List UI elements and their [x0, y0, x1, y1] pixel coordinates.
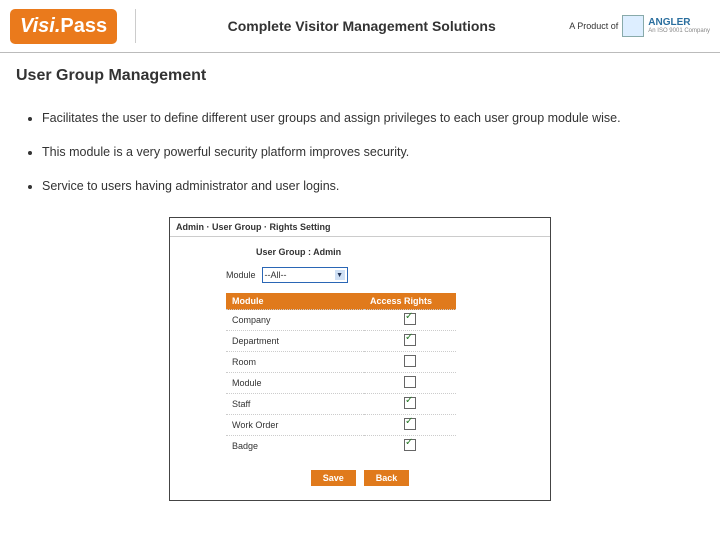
- access-cell: [364, 436, 456, 457]
- header-rule: [0, 52, 720, 53]
- checkbox-icon[interactable]: [404, 313, 416, 325]
- access-cell: [364, 373, 456, 394]
- table-row: Department: [226, 331, 456, 352]
- bullet-list: Facilitates the user to define different…: [42, 103, 698, 201]
- checkbox-icon[interactable]: [404, 418, 416, 430]
- visipass-logo: Visi.Pass: [10, 9, 117, 44]
- module-cell: Module: [226, 373, 364, 394]
- col-module: Module: [226, 293, 364, 310]
- chevron-down-icon: ▼: [335, 270, 345, 280]
- list-item: Facilitates the user to define different…: [42, 103, 698, 133]
- access-cell: [364, 310, 456, 331]
- checkbox-icon[interactable]: [404, 397, 416, 409]
- checkbox-icon[interactable]: [404, 376, 416, 388]
- a-product-of: A Product of: [569, 21, 618, 31]
- angler-icon: [622, 15, 644, 37]
- access-cell: [364, 352, 456, 373]
- list-item: Service to users having administrator an…: [42, 171, 698, 201]
- module-label: Module: [226, 270, 256, 280]
- tagline: Complete Visitor Management Solutions: [154, 18, 569, 34]
- col-access: Access Rights: [364, 293, 456, 310]
- save-button[interactable]: Save: [311, 470, 356, 486]
- back-button[interactable]: Back: [364, 470, 410, 486]
- table-row: Work Order: [226, 415, 456, 436]
- usergroup-caption: User Group : Admin: [256, 247, 524, 257]
- checkbox-icon[interactable]: [404, 439, 416, 451]
- divider: [135, 9, 136, 43]
- access-cell: [364, 415, 456, 436]
- module-cell: Staff: [226, 394, 364, 415]
- table-row: Company: [226, 310, 456, 331]
- rights-table: Module Access Rights CompanyDepartmentRo…: [226, 293, 456, 456]
- list-item: This module is a very powerful security …: [42, 137, 698, 167]
- logo-right: Pass: [60, 15, 107, 37]
- breadcrumb: Admin · User Group · Rights Setting: [170, 218, 550, 237]
- access-cell: [364, 331, 456, 352]
- angler-name: ANGLER: [648, 18, 710, 28]
- table-row: Room: [226, 352, 456, 373]
- embedded-screenshot: Admin · User Group · Rights Setting User…: [169, 217, 551, 501]
- module-cell: Company: [226, 310, 364, 331]
- table-row: Badge: [226, 436, 456, 457]
- module-cell: Room: [226, 352, 364, 373]
- module-cell: Work Order: [226, 415, 364, 436]
- logo-left: Visi.: [20, 15, 60, 37]
- angler-logo: ANGLER An ISO 9001 Company: [622, 15, 710, 37]
- access-cell: [364, 394, 456, 415]
- page-title: User Group Management: [16, 67, 720, 85]
- table-row: Module: [226, 373, 456, 394]
- module-value: --All--: [265, 270, 287, 280]
- checkbox-icon[interactable]: [404, 334, 416, 346]
- module-cell: Department: [226, 331, 364, 352]
- angler-sub: An ISO 9001 Company: [648, 28, 710, 34]
- module-select[interactable]: --All-- ▼: [262, 267, 348, 283]
- checkbox-icon[interactable]: [404, 355, 416, 367]
- slide-header: Visi.Pass Complete Visitor Management So…: [0, 0, 720, 52]
- module-cell: Badge: [226, 436, 364, 457]
- table-row: Staff: [226, 394, 456, 415]
